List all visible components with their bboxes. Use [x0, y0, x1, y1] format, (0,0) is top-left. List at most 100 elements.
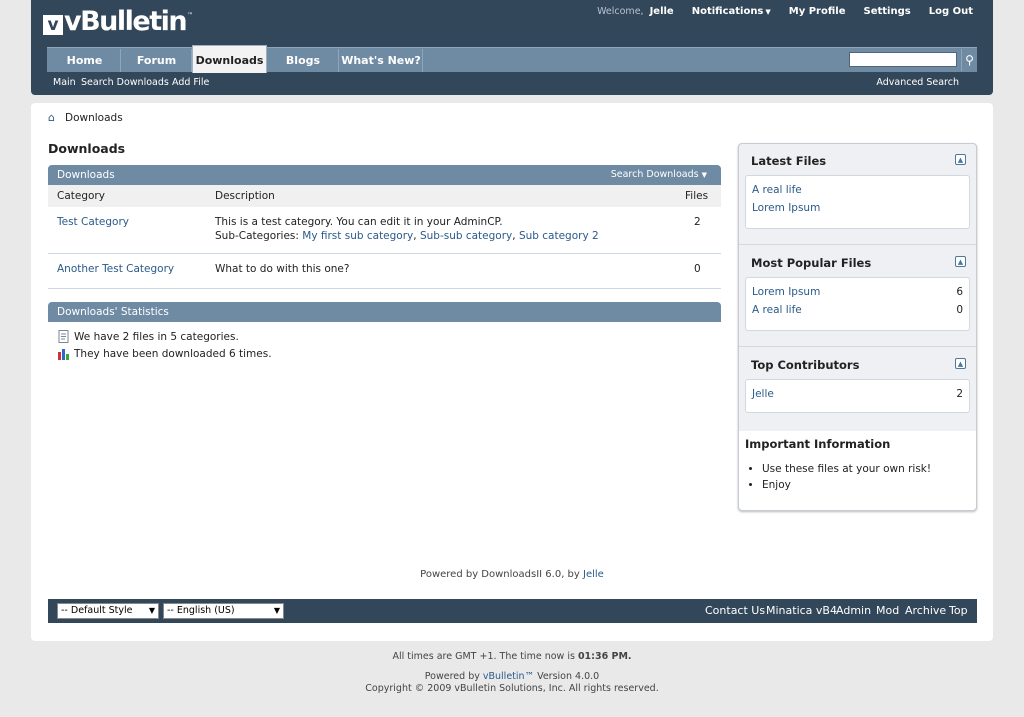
subcat-link[interactable]: Sub-sub category	[420, 230, 512, 242]
stats-block-header: Downloads' Statistics	[48, 302, 721, 322]
col-category: Category	[57, 190, 105, 202]
downloads-block-title: Downloads	[57, 169, 115, 181]
popular-file-link[interactable]: A real life	[752, 304, 802, 316]
copyright-text: Copyright © 2009 vBulletin Solutions, In…	[365, 683, 659, 694]
tab-whats-new[interactable]: What's New?	[340, 49, 423, 72]
latest-file-link[interactable]: A real life	[752, 184, 802, 196]
list-item: Use these files at your own risk!	[762, 463, 931, 475]
language-select[interactable]: -- English (US) ▼	[163, 603, 284, 619]
top-links: Welcome, Jelle Notifications ▼ My Profile…	[597, 4, 973, 18]
chevron-down-icon: ▼	[148, 606, 155, 615]
sidebar: Latest Files ▲ A real life Lorem Ipsum M…	[738, 143, 977, 511]
collapse-icon[interactable]: ▲	[955, 154, 966, 165]
top-link[interactable]: Top	[949, 604, 968, 617]
search-icon: ⚲	[965, 53, 974, 67]
logo-check-icon: v	[43, 15, 63, 35]
most-popular-files-title: Most Popular Files	[751, 256, 872, 270]
minatica-vb4-link[interactable]: Minatica vB4	[766, 604, 837, 617]
time-info-text: All times are GMT +1. The time now is	[392, 651, 575, 662]
tab-blogs[interactable]: Blogs	[268, 49, 339, 72]
vbulletin-link[interactable]: vBulletin™	[483, 671, 534, 682]
breadcrumb: ⌂ Downloads	[48, 112, 123, 124]
top-contributors-box: Jelle 2	[745, 379, 970, 413]
row-divider	[48, 253, 721, 254]
admin-link[interactable]: Admin	[836, 604, 871, 617]
powered-by-vbulletin: Powered by vBulletin™ Version 4.0.0	[0, 671, 1024, 682]
category-link-test-category[interactable]: Test Category	[57, 216, 129, 228]
settings-link[interactable]: Settings	[864, 6, 911, 17]
welcome-text: Welcome,	[597, 5, 644, 17]
category-description: What to do with this one?	[215, 263, 350, 275]
contact-us-link[interactable]: Contact Us	[705, 604, 765, 617]
style-select-value: -- Default Style	[61, 605, 133, 616]
nav-tabs: Home Forum Downloads Blogs What's New? ⚲	[47, 45, 977, 73]
notifications-menu[interactable]: Notifications ▼	[692, 6, 771, 17]
subnav-main[interactable]: Main	[53, 77, 76, 88]
archive-link[interactable]: Archive	[905, 604, 946, 617]
list-item: Enjoy	[762, 479, 931, 491]
row-divider	[48, 288, 721, 289]
latest-files-box: A real life Lorem Ipsum	[745, 175, 970, 229]
logo-trademark: ™	[187, 12, 194, 19]
username-link[interactable]: Jelle	[650, 6, 674, 17]
subnav-search-downloads[interactable]: Search Downloads	[81, 77, 169, 88]
search-downloads-menu[interactable]: Search Downloads ▼	[611, 165, 707, 185]
breadcrumb-current: Downloads	[65, 112, 123, 124]
home-icon[interactable]: ⌂	[48, 112, 58, 123]
bar-chart-icon	[58, 349, 69, 360]
chevron-down-icon: ▼	[701, 171, 707, 179]
tab-downloads[interactable]: Downloads	[192, 45, 267, 73]
advanced-search-link[interactable]: Advanced Search	[876, 77, 959, 88]
my-profile-link[interactable]: My Profile	[789, 6, 846, 17]
sub-nav: Main Search Downloads Add File Advanced …	[47, 74, 977, 92]
search-button[interactable]: ⚲	[961, 49, 977, 71]
contributor-link[interactable]: Jelle	[752, 388, 774, 400]
col-description: Description	[215, 190, 275, 202]
search-input[interactable]	[849, 52, 957, 67]
top-contributors-title: Top Contributors	[751, 358, 860, 372]
current-time: 01:36 PM.	[577, 651, 632, 662]
collapse-icon[interactable]: ▲	[955, 358, 966, 369]
author-link[interactable]: Jelle	[583, 569, 604, 580]
footer-bar: -- Default Style ▼ -- English (US) ▼ Con…	[48, 599, 977, 623]
column-header-row	[48, 185, 721, 207]
subcat-link[interactable]: My first sub category	[302, 230, 413, 242]
style-select[interactable]: -- Default Style ▼	[57, 603, 159, 619]
stats-downloads-line: They have been downloaded 6 times.	[57, 347, 272, 360]
popular-file-link[interactable]: Lorem Ipsum	[752, 286, 820, 298]
document-icon	[58, 330, 69, 343]
col-files: Files	[685, 190, 709, 202]
logo-text: vBulletin	[64, 5, 188, 37]
sidebar-divider	[739, 244, 976, 245]
popular-file-count: 6	[956, 286, 963, 298]
language-select-value: -- English (US)	[167, 605, 235, 616]
subnav-add-file[interactable]: Add File	[172, 77, 209, 88]
popular-file-count: 0	[956, 304, 963, 316]
powered-by-downloads: Powered by DownloadsII 6.0, by Jelle	[31, 569, 993, 580]
notifications-label: Notifications	[691, 5, 764, 17]
latest-files-title: Latest Files	[751, 154, 827, 168]
stats-block-title: Downloads' Statistics	[57, 306, 169, 318]
page-title: Downloads	[48, 141, 126, 156]
search-downloads-label: Search Downloads	[610, 169, 699, 180]
stats-files-text: We have 2 files in 5 categories.	[74, 330, 239, 343]
latest-file-link[interactable]: Lorem Ipsum	[752, 202, 820, 214]
sidebar-divider	[739, 346, 976, 347]
important-list: Use these files at your own risk! Enjoy	[762, 463, 931, 495]
log-out-link[interactable]: Log Out	[929, 6, 973, 17]
subcategories-label: Sub-Categories:	[215, 230, 299, 242]
category-link-another-test-category[interactable]: Another Test Category	[57, 263, 174, 275]
contributor-count: 2	[956, 388, 963, 400]
collapse-icon[interactable]: ▲	[955, 256, 966, 267]
files-count: 2	[694, 216, 701, 228]
tab-forum[interactable]: Forum	[122, 49, 192, 72]
vbulletin-logo[interactable]: v vBulletin ™	[43, 3, 193, 39]
important-information-title: Important Information	[745, 437, 891, 451]
page-body: ⌂ Downloads Downloads Downloads Search D…	[31, 103, 993, 641]
stats-downloads-text: They have been downloaded 6 times.	[74, 347, 272, 360]
chevron-down-icon: ▼	[765, 7, 771, 16]
tab-home[interactable]: Home	[49, 49, 121, 72]
subcat-link[interactable]: Sub category 2	[519, 230, 599, 242]
site-header: v vBulletin ™ Welcome, Jelle Notificatio…	[31, 0, 993, 95]
mod-link[interactable]: Mod	[876, 604, 899, 617]
